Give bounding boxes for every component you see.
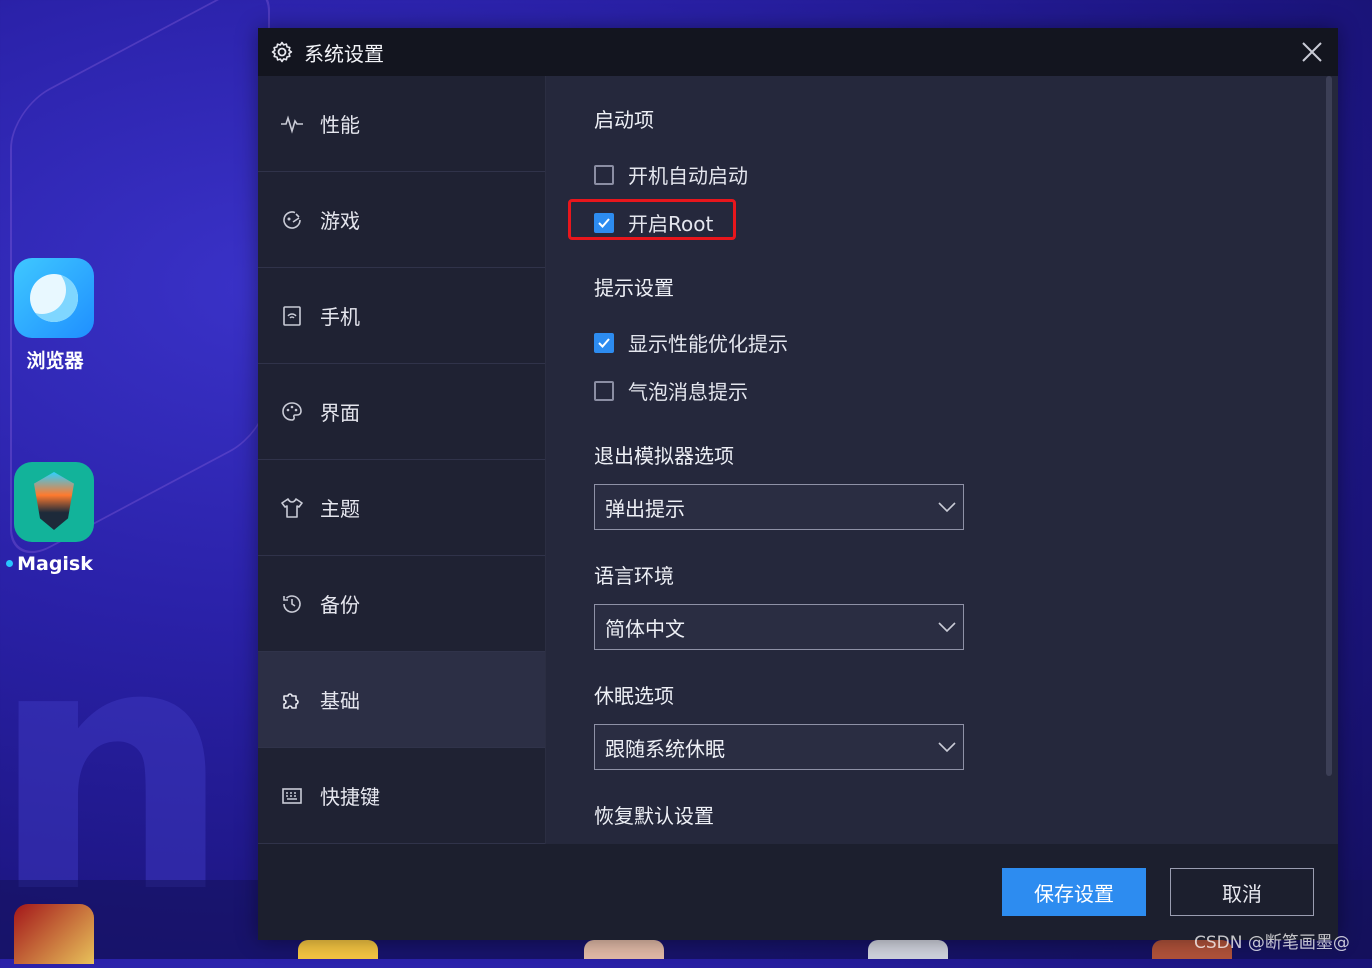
cancel-button[interactable]: 取消 bbox=[1170, 868, 1314, 916]
sidebar-item-label: 手机 bbox=[320, 305, 360, 329]
sidebar-item-label: 备份 bbox=[320, 593, 360, 617]
restore-section-title: 恢复默认设置 bbox=[594, 804, 714, 828]
hints-section-title: 提示设置 bbox=[594, 276, 674, 300]
language-section-title: 语言环境 bbox=[594, 564, 674, 588]
enable-root-checkbox[interactable]: 开启Root bbox=[594, 208, 713, 237]
sidebar-item-label: 基础 bbox=[320, 689, 360, 713]
exit-option-select[interactable]: 弹出提示 bbox=[594, 484, 964, 530]
sidebar-item-label: 游戏 bbox=[320, 209, 360, 233]
browser-app-label: 浏览器 bbox=[26, 350, 84, 372]
chevron-down-icon bbox=[938, 622, 956, 633]
startup-section-title: 启动项 bbox=[594, 108, 654, 132]
sidebar-item-label: 性能 bbox=[320, 113, 360, 137]
taskbar-app-icon[interactable] bbox=[584, 940, 664, 959]
magisk-app-icon[interactable] bbox=[14, 462, 94, 542]
history-icon bbox=[283, 594, 301, 613]
magisk-app-label: Magisk bbox=[17, 553, 93, 575]
sidebar-item-shortcuts[interactable]: 快捷键 bbox=[258, 748, 545, 844]
exit-section-title: 退出模拟器选项 bbox=[594, 444, 734, 468]
shirt-icon bbox=[281, 497, 303, 518]
game-app-icon[interactable] bbox=[14, 904, 94, 964]
palette-icon bbox=[282, 401, 302, 421]
auto-start-checkbox[interactable]: 开机自动启动 bbox=[594, 160, 748, 189]
settings-dialog: 系统设置 性能 游戏 手机 界面 主题 备份 基础 快捷键 启动项 开机自动启动… bbox=[258, 28, 1338, 940]
phone-icon bbox=[283, 305, 301, 326]
sidebar-item-label: 快捷键 bbox=[320, 785, 380, 809]
sidebar-item-label: 界面 bbox=[320, 401, 360, 425]
save-settings-button[interactable]: 保存设置 bbox=[1002, 868, 1146, 916]
checkmark-icon bbox=[598, 217, 610, 228]
content-scrollbar[interactable] bbox=[1326, 76, 1332, 776]
sidebar-item-game[interactable]: 游戏 bbox=[258, 172, 545, 268]
chevron-down-icon bbox=[938, 742, 956, 753]
close-icon[interactable] bbox=[1298, 38, 1326, 66]
puzzle-icon bbox=[283, 692, 299, 709]
settings-content: 启动项 开机自动启动 开启Root 提示设置 显示性能优化提示 气泡消息提示 退… bbox=[546, 76, 1326, 892]
sleep-section-title: 休眠选项 bbox=[594, 684, 674, 708]
checkbox-label: 开启Root bbox=[628, 212, 714, 236]
sidebar-item-theme[interactable]: 主题 bbox=[258, 460, 545, 556]
sidebar-item-interface[interactable]: 界面 bbox=[258, 364, 545, 460]
perf-hint-checkbox[interactable]: 显示性能优化提示 bbox=[594, 328, 788, 357]
checkmark-icon bbox=[598, 337, 610, 348]
gear-icon bbox=[271, 41, 293, 63]
pulse-icon bbox=[281, 114, 303, 134]
sidebar-item-phone[interactable]: 手机 bbox=[258, 268, 545, 364]
select-value: 弹出提示 bbox=[605, 496, 685, 521]
checkbox-label: 显示性能优化提示 bbox=[628, 332, 788, 356]
checkbox-label: 开机自动启动 bbox=[628, 164, 748, 188]
checkbox-box[interactable] bbox=[594, 332, 614, 353]
chevron-down-icon bbox=[938, 502, 956, 513]
checkbox-box[interactable] bbox=[594, 164, 614, 185]
sleep-select[interactable]: 跟随系统休眠 bbox=[594, 724, 964, 770]
checkbox-label: 气泡消息提示 bbox=[628, 380, 748, 404]
checkbox-box[interactable] bbox=[594, 380, 614, 401]
bubble-hint-checkbox[interactable]: 气泡消息提示 bbox=[594, 376, 748, 405]
taskbar-app-icon[interactable] bbox=[868, 940, 948, 959]
sidebar-item-label: 主题 bbox=[320, 497, 360, 521]
dialog-title: 系统设置 bbox=[304, 41, 384, 66]
taskbar-app-icon[interactable] bbox=[298, 940, 378, 959]
sidebar-item-backup[interactable]: 备份 bbox=[258, 556, 545, 652]
watermark-text: CSDN @断笔画墨@ bbox=[1194, 933, 1350, 953]
browser-app-icon[interactable] bbox=[14, 258, 94, 338]
checkbox-box[interactable] bbox=[594, 212, 614, 233]
keyboard-icon bbox=[282, 787, 302, 804]
select-value: 简体中文 bbox=[605, 616, 685, 641]
select-value: 跟随系统休眠 bbox=[605, 736, 725, 761]
sidebar-item-performance[interactable]: 性能 bbox=[258, 76, 545, 172]
gamepad-icon bbox=[283, 210, 301, 229]
language-select[interactable]: 简体中文 bbox=[594, 604, 964, 650]
dialog-footer: 保存设置 取消 bbox=[258, 844, 1338, 940]
dialog-titlebar: 系统设置 bbox=[258, 28, 1338, 76]
sidebar-item-basic[interactable]: 基础 bbox=[258, 652, 545, 748]
settings-sidebar: 性能 游戏 手机 界面 主题 备份 基础 快捷键 bbox=[258, 76, 546, 892]
